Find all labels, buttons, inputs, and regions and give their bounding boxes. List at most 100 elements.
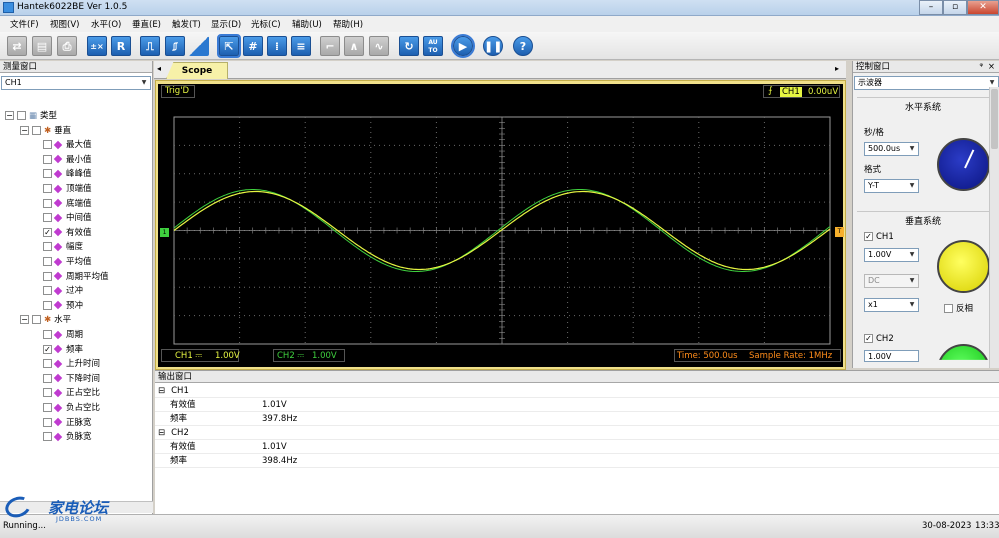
sec-div-select[interactable]: 500.0us ▼ xyxy=(864,142,919,156)
measure-channel-select[interactable]: CH1 ▼ xyxy=(1,76,151,90)
tree-checkbox[interactable] xyxy=(32,315,41,325)
format-select[interactable]: Y-T ▼ xyxy=(864,179,919,193)
tab-scope[interactable]: Scope xyxy=(166,62,228,79)
pin-icon[interactable]: ᵠ xyxy=(979,61,983,73)
ch1-checkbox[interactable]: ✓ xyxy=(864,232,873,241)
tab-scroll-left-icon[interactable]: ◂ xyxy=(157,64,161,73)
save-icon[interactable]: ▤ xyxy=(32,36,52,56)
measure-checkbox[interactable] xyxy=(43,271,52,281)
output-group-header[interactable]: ⊟ CH2 xyxy=(155,426,999,440)
scrollbar-thumb[interactable] xyxy=(991,89,998,149)
measure-checkbox[interactable] xyxy=(43,257,52,266)
measure-checkbox[interactable] xyxy=(43,169,52,179)
invert-checkbox-row[interactable]: 反相 xyxy=(944,302,973,314)
measure-checkbox[interactable] xyxy=(43,213,52,223)
cursor-select-icon[interactable]: ⇱ xyxy=(217,34,241,58)
measure-checkbox[interactable] xyxy=(43,300,52,310)
rising-edge-icon[interactable]: ⎍ xyxy=(140,36,160,56)
measure-checkbox[interactable] xyxy=(43,184,52,193)
refresh-icon[interactable]: ↻ xyxy=(399,36,419,56)
close-window-button[interactable]: ✕ xyxy=(967,0,999,15)
ch2-checkbox[interactable]: ✓ xyxy=(864,334,873,343)
measure-checkbox[interactable]: ✓ xyxy=(43,344,52,354)
measure-checkbox[interactable] xyxy=(43,403,52,412)
maximize-button[interactable]: ▫ xyxy=(943,0,967,15)
ch2-volts-select[interactable]: 1.00V xyxy=(864,350,919,362)
menu-vertical[interactable]: 垂直(E) xyxy=(132,18,161,30)
ch1-ground-marker[interactable]: 1 xyxy=(160,228,169,237)
pause-icon[interactable]: ❚❚ xyxy=(483,36,503,56)
ch1-checkbox-row[interactable]: ✓ CH1 xyxy=(864,232,894,242)
trigger-level-marker[interactable]: T xyxy=(835,227,844,237)
tree-checkbox[interactable] xyxy=(17,111,26,120)
ch1-volts-select[interactable]: 1.00V ▼ xyxy=(864,248,919,262)
reference-button[interactable]: R xyxy=(111,36,131,56)
menu-file[interactable]: 文件(F) xyxy=(10,18,39,30)
tree-item-vertical-7[interactable]: 幅度 xyxy=(43,240,83,254)
ramp-icon[interactable] xyxy=(189,36,209,56)
print-icon[interactable]: ⎙ xyxy=(57,36,77,56)
grid-icon[interactable]: # xyxy=(243,36,263,56)
square-wave-icon[interactable]: ⌐ xyxy=(320,36,340,56)
horizontal-cursor-icon[interactable]: ≡ xyxy=(291,36,311,56)
collapse-icon[interactable]: ⊟ xyxy=(158,428,165,438)
measure-checkbox[interactable]: ✓ xyxy=(43,227,52,237)
tree-item-vertical-3[interactable]: 顶端值 xyxy=(43,182,92,196)
help-button[interactable]: ? xyxy=(513,36,533,56)
tree-item-vertical-0[interactable]: 最大值 xyxy=(43,138,92,152)
tree-item-vertical-11[interactable]: 预冲 xyxy=(43,299,83,313)
panel-close-icon[interactable]: × xyxy=(988,61,995,73)
invert-checkbox[interactable] xyxy=(944,304,953,313)
expand-icon[interactable]: − xyxy=(5,111,14,120)
auto-button[interactable]: AU TO xyxy=(423,36,443,56)
math-icon[interactable]: ±× xyxy=(87,36,107,56)
tree-item-vertical-4[interactable]: 底端值 xyxy=(43,197,92,211)
tree-item-horizontal-3[interactable]: 下降时间 xyxy=(43,372,100,386)
tree-checkbox[interactable] xyxy=(32,125,41,135)
tree-item-vertical-10[interactable]: 过冲 xyxy=(43,284,83,298)
measure-checkbox[interactable] xyxy=(43,198,52,208)
measure-checkbox[interactable] xyxy=(43,388,52,398)
tree-item-horizontal-1[interactable]: ✓ 频率 xyxy=(43,343,83,357)
menu-horizontal[interactable]: 水平(O) xyxy=(91,18,121,30)
measure-checkbox[interactable] xyxy=(43,154,52,164)
triangle-wave-icon[interactable]: ∧ xyxy=(344,36,364,56)
measure-checkbox[interactable] xyxy=(43,242,52,252)
tree-item-vertical-8[interactable]: 平均值 xyxy=(43,255,92,269)
tree-item-horizontal-0[interactable]: 周期 xyxy=(43,328,83,342)
menu-utility[interactable]: 辅助(U) xyxy=(292,18,322,30)
mode-select[interactable]: 示波器 ▼ xyxy=(854,76,999,90)
tree-item-horizontal-2[interactable]: 上升时间 xyxy=(43,357,100,371)
tree-item-horizontal-5[interactable]: 负占空比 xyxy=(43,401,100,415)
measure-checkbox[interactable] xyxy=(43,373,52,383)
measure-checkbox[interactable] xyxy=(43,417,52,427)
menu-display[interactable]: 显示(D) xyxy=(211,18,241,30)
ch1-probe-select[interactable]: x1 ▼ xyxy=(864,298,919,312)
sine-wave-icon[interactable]: ∿ xyxy=(369,36,389,56)
measure-checkbox[interactable] xyxy=(43,286,52,296)
measure-checkbox[interactable] xyxy=(43,330,52,339)
ch1-coupling-select[interactable]: DC ▼ xyxy=(864,274,919,288)
menu-cursor[interactable]: 光标(C) xyxy=(251,18,281,30)
tree-item-horizontal-7[interactable]: 负脉宽 xyxy=(43,430,92,444)
time-base-knob[interactable] xyxy=(937,138,990,191)
measure-checkbox[interactable] xyxy=(43,359,52,369)
tree-item-vertical-1[interactable]: 最小值 xyxy=(43,153,92,167)
menu-help[interactable]: 帮助(H) xyxy=(333,18,363,30)
expand-icon[interactable]: − xyxy=(20,125,29,135)
measure-checkbox[interactable] xyxy=(43,432,52,442)
minimize-button[interactable]: – xyxy=(919,0,943,15)
run-icon[interactable]: ▶ xyxy=(451,34,475,58)
measure-checkbox[interactable] xyxy=(43,140,52,150)
open-icon[interactable]: ⇄ xyxy=(7,36,27,56)
falling-edge-icon[interactable]: ⎎ xyxy=(165,36,185,56)
control-panel-scrollbar[interactable] xyxy=(989,87,999,368)
tree-item-vertical-9[interactable]: 周期平均值 xyxy=(43,270,109,284)
menu-trigger[interactable]: 触发(T) xyxy=(172,18,201,30)
tree-item-vertical-2[interactable]: 峰峰值 xyxy=(43,167,92,181)
menu-view[interactable]: 视图(V) xyxy=(50,18,79,30)
tab-scroll-right-icon[interactable]: ▸ xyxy=(835,64,839,73)
tree-item-horizontal-6[interactable]: 正脉宽 xyxy=(43,416,92,430)
tree-item-vertical-6[interactable]: ✓ 有效值 xyxy=(43,226,92,240)
ch2-checkbox-row[interactable]: ✓ CH2 xyxy=(864,334,894,344)
